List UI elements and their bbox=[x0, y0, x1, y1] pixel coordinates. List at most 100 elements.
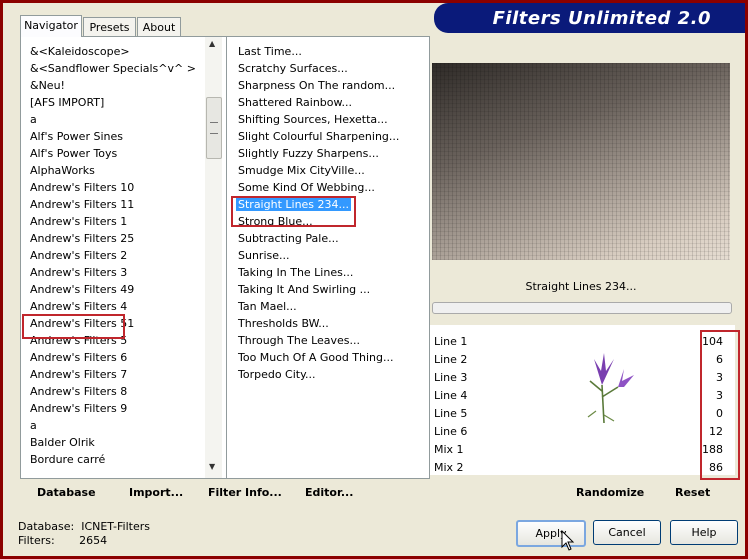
filter-item[interactable]: Slight Colourful Sharpening... bbox=[238, 130, 399, 143]
category-item[interactable]: Bordure carré bbox=[30, 453, 105, 466]
status-info: Database: ICNET-Filters Filters: 2654 bbox=[18, 520, 150, 548]
filter-item[interactable]: Smudge Mix CityVille... bbox=[238, 164, 365, 177]
parameter-row[interactable]: Line 26 bbox=[434, 352, 729, 369]
filter-item-label: Through The Leaves... bbox=[238, 334, 361, 347]
parameter-row[interactable]: Line 43 bbox=[434, 388, 729, 405]
category-item[interactable]: Andrew's Filters 7 bbox=[30, 368, 127, 381]
filter-item-label: Smudge Mix CityVille... bbox=[238, 164, 365, 177]
parameter-row[interactable]: Line 1 104 bbox=[434, 334, 729, 351]
filter-item-label: Sunrise... bbox=[238, 249, 290, 262]
title-banner: Filters Unlimited 2.0 bbox=[434, 3, 745, 33]
preview-filter-name: Straight Lines 234... bbox=[525, 280, 637, 293]
tab-navigator[interactable]: Navigator bbox=[20, 15, 82, 37]
category-item[interactable]: AlphaWorks bbox=[30, 164, 95, 177]
randomize-button[interactable]: Randomize bbox=[576, 486, 644, 499]
filter-item[interactable]: Some Kind Of Webbing... bbox=[238, 181, 375, 194]
category-item[interactable]: Andrew's Filters 11 bbox=[30, 198, 134, 211]
filter-info-button[interactable]: Filter Info... bbox=[208, 486, 282, 499]
filter-item[interactable]: Subtracting Pale... bbox=[238, 232, 339, 245]
filter-item-label: Sharpness On The random... bbox=[238, 79, 396, 92]
filter-item-label: Subtracting Pale... bbox=[238, 232, 339, 245]
help-button[interactable]: Help bbox=[670, 520, 738, 545]
filter-item[interactable]: Taking It And Swirling ... bbox=[238, 283, 370, 296]
category-item[interactable]: a bbox=[30, 113, 37, 126]
category-scrollbar[interactable]: ▲ ▼ bbox=[205, 37, 222, 478]
preview-image bbox=[432, 63, 730, 260]
parameter-row[interactable]: Mix 2 86 bbox=[434, 460, 729, 477]
highlight-box-category bbox=[22, 314, 125, 339]
category-item[interactable]: Andrew's Filters 2 bbox=[30, 249, 127, 262]
filter-item-label: Taking It And Swirling ... bbox=[238, 283, 371, 296]
tab-about[interactable]: About bbox=[137, 17, 181, 37]
category-item[interactable]: Andrew's Filters 1 bbox=[30, 215, 127, 228]
window-title: Filters Unlimited 2.0 bbox=[492, 8, 711, 29]
filter-item[interactable]: Tan Mael... bbox=[238, 300, 297, 313]
category-item[interactable]: &<Sandflower Specials^v^ > bbox=[30, 62, 196, 75]
filter-item-label: Scratchy Surfaces... bbox=[238, 62, 348, 75]
filter-item-label: Shifting Sources, Hexetta... bbox=[238, 113, 388, 126]
parameter-label: Mix 2 bbox=[434, 461, 464, 474]
filter-item[interactable]: Thresholds BW... bbox=[238, 317, 329, 330]
reset-button[interactable]: Reset bbox=[675, 486, 710, 499]
filter-item[interactable]: Sharpness On The random... bbox=[238, 79, 395, 92]
category-item[interactable]: Alf's Power Sines bbox=[30, 130, 123, 143]
filter-item-label: Thresholds BW... bbox=[238, 317, 329, 330]
progress-bar bbox=[432, 302, 732, 314]
filter-item[interactable]: Too Much Of A Good Thing... bbox=[238, 351, 394, 364]
parameter-row[interactable]: Line 6 12 bbox=[434, 424, 729, 441]
parameter-label: Line 5 bbox=[434, 407, 468, 420]
filter-item[interactable]: Shifting Sources, Hexetta... bbox=[238, 113, 388, 126]
filter-item-label: Last Time... bbox=[238, 45, 302, 58]
database-button[interactable]: Database bbox=[37, 486, 96, 499]
parameter-label: Line 1 bbox=[434, 335, 468, 348]
filters-count-label: Filters: bbox=[18, 534, 55, 547]
filter-item-label: Tan Mael... bbox=[238, 300, 297, 313]
filter-item-label: Slight Colourful Sharpening... bbox=[238, 130, 400, 143]
category-item[interactable]: Andrew's Filters 6 bbox=[30, 351, 127, 364]
parameter-row[interactable]: Line 33 bbox=[434, 370, 729, 387]
category-item[interactable]: Andrew's Filters 8 bbox=[30, 385, 127, 398]
filter-item[interactable]: Last Time... bbox=[238, 45, 302, 58]
parameter-label: Mix 1 bbox=[434, 443, 464, 456]
cancel-button[interactable]: Cancel bbox=[593, 520, 661, 545]
filters-count-value: 2654 bbox=[79, 534, 108, 547]
category-item[interactable]: a bbox=[30, 419, 37, 432]
category-item[interactable]: Andrew's Filters 49 bbox=[30, 283, 134, 296]
category-item[interactable]: [AFS IMPORT] bbox=[30, 96, 104, 109]
category-item[interactable]: Andrew's Filters 10 bbox=[30, 181, 134, 194]
filter-item[interactable]: Through The Leaves... bbox=[238, 334, 360, 347]
filter-item[interactable]: Shattered Rainbow... bbox=[238, 96, 352, 109]
filter-item[interactable]: Taking In The Lines... bbox=[238, 266, 353, 279]
parameter-row[interactable]: Line 50 bbox=[434, 406, 729, 423]
filter-list[interactable]: Last Time... Scratchy Surfaces... Sharpnes… bbox=[226, 36, 430, 479]
scroll-thumb[interactable] bbox=[206, 97, 222, 159]
import-button[interactable]: Import... bbox=[129, 486, 183, 499]
category-item[interactable]: Balder Olrik bbox=[30, 436, 95, 449]
scroll-down-arrow-icon[interactable]: ▼ bbox=[209, 462, 215, 471]
category-list[interactable]: &<Kaleidoscope> &<Sandflower Specials^v^ … bbox=[20, 36, 228, 479]
category-item[interactable]: Andrew's Filters 3 bbox=[30, 266, 127, 279]
category-item[interactable]: Alf's Power Toys bbox=[30, 147, 117, 160]
filter-item[interactable]: Slightly Fuzzy Sharpens... bbox=[238, 147, 379, 160]
filter-item[interactable]: Sunrise... bbox=[238, 249, 290, 262]
database-label: Database: bbox=[18, 520, 75, 533]
parameter-label: Line 3 bbox=[434, 371, 468, 384]
apply-button[interactable]: Apply bbox=[516, 520, 586, 547]
scroll-up-arrow-icon[interactable]: ▲ bbox=[209, 39, 215, 48]
parameter-panel: Line 1 104 Line 2 6 Line 3 3 Line 4 3 Line 5 0 Lin… bbox=[430, 325, 735, 475]
parameter-row[interactable]: Mix 1 188 bbox=[434, 442, 729, 459]
editor-button[interactable]: Editor... bbox=[305, 486, 353, 499]
category-item[interactable]: &<Kaleidoscope> bbox=[30, 45, 130, 58]
filter-item[interactable]: Torpedo City... bbox=[238, 368, 316, 381]
parameter-label: Line 6 bbox=[434, 425, 468, 438]
tab-presets[interactable]: Presets bbox=[83, 17, 136, 37]
filter-item-label: Some Kind Of Webbing... bbox=[238, 181, 375, 194]
filter-item-label: Too Much Of A Good Thing... bbox=[238, 351, 394, 364]
category-item[interactable]: Andrew's Filters 25 bbox=[30, 232, 134, 245]
category-item[interactable]: Andrew's Filters 4 bbox=[30, 300, 127, 313]
parameter-label: Line 4 bbox=[434, 389, 468, 402]
category-item[interactable]: Andrew's Filters 9 bbox=[30, 402, 127, 415]
category-item[interactable]: &Neu! bbox=[30, 79, 65, 92]
filter-item-label: Slightly Fuzzy Sharpens... bbox=[238, 147, 379, 160]
filter-item[interactable]: Scratchy Surfaces... bbox=[238, 62, 348, 75]
